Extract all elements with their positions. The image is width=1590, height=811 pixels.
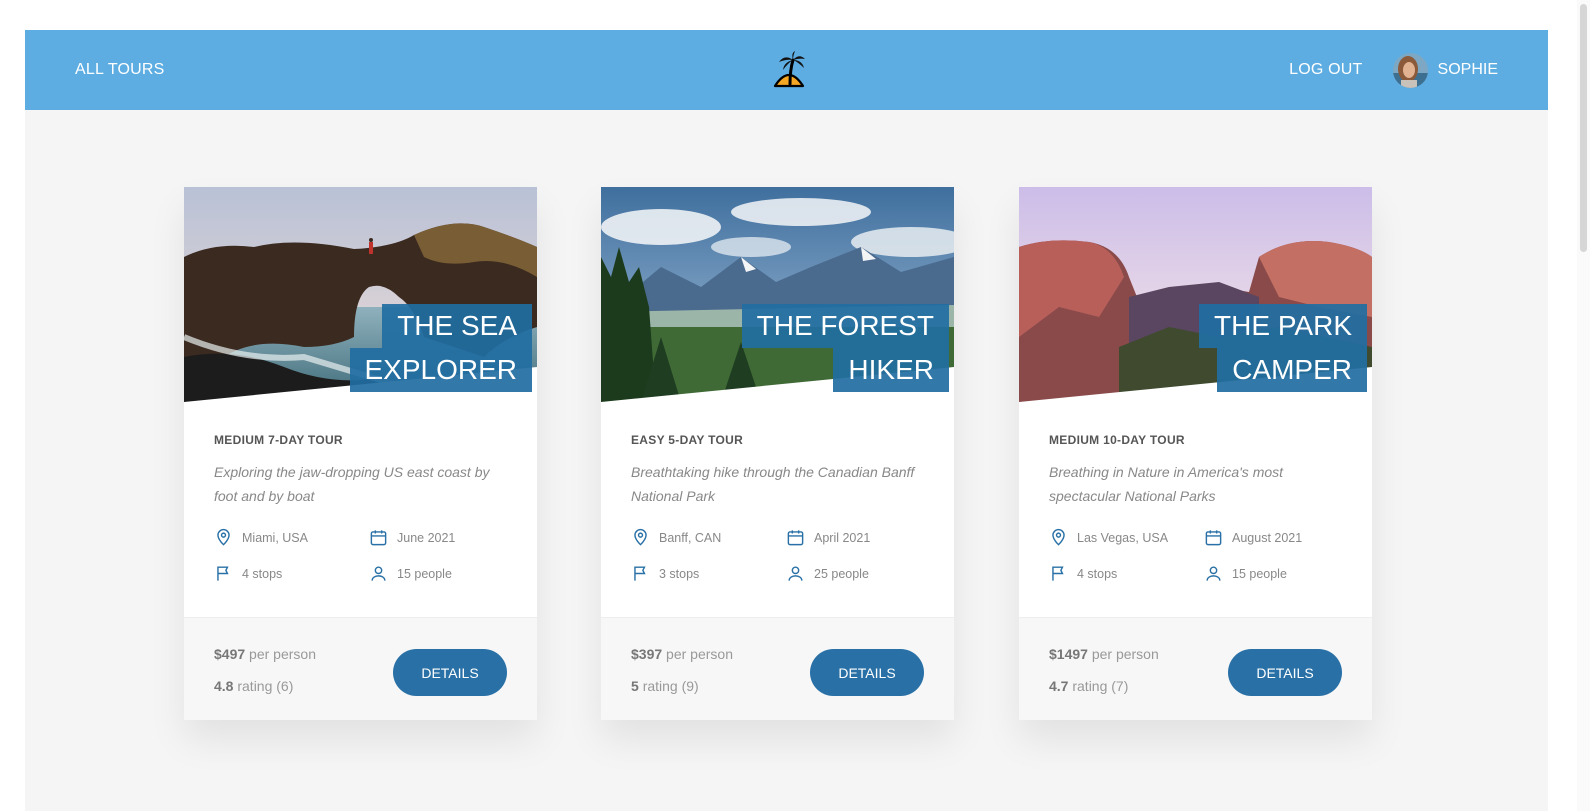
tour-location: Las Vegas, USA — [1049, 528, 1168, 547]
tour-image: THE PARK CAMPER — [1019, 187, 1372, 402]
tour-subtitle: MEDIUM 7-DAY TOUR — [214, 433, 343, 447]
tour-people: 15 people — [1204, 564, 1287, 583]
tour-price: $397 per person — [631, 646, 733, 662]
tour-image: THE SEA EXPLORER — [184, 187, 537, 402]
tour-subtitle: MEDIUM 10-DAY TOUR — [1049, 433, 1185, 447]
tour-location: Banff, CAN — [631, 528, 721, 547]
tour-summary: Exploring the jaw-dropping US east coast… — [214, 464, 490, 504]
tour-price: $497 per person — [214, 646, 316, 662]
tour-summary: Breathing in Nature in America's most sp… — [1049, 464, 1284, 504]
tour-date: August 2021 — [1204, 528, 1302, 547]
map-pin-icon — [1052, 528, 1065, 546]
details-button[interactable]: DETAILS — [1228, 649, 1342, 696]
tour-people: 25 people — [786, 564, 869, 583]
tour-price: $1497 per person — [1049, 646, 1159, 662]
calendar-icon — [370, 530, 387, 546]
tour-card: THE SEA EXPLORER MEDIUM 7-DAY TOUR Explo… — [184, 187, 537, 720]
tour-subtitle: EASY 5-DAY TOUR — [631, 433, 744, 447]
logout-link[interactable]: LOG OUT — [1289, 61, 1362, 79]
tour-rating: 4.8 rating (6) — [214, 678, 294, 694]
tour-image: THE FOREST HIKER — [601, 187, 954, 402]
page-frame: ALL TOURS LOG OUT SOPHIE THE SEA EXPLORE… — [25, 30, 1548, 811]
tour-name: THE PARK CAMPER — [1199, 304, 1367, 392]
calendar-icon — [787, 530, 804, 546]
tour-card: THE PARK CAMPER MEDIUM 10-DAY TOUR Breat… — [1019, 187, 1372, 720]
all-tours-link[interactable]: ALL TOURS — [75, 61, 165, 79]
user-name: SOPHIE — [1437, 61, 1498, 78]
card-footer: $1497 per person 4.7 rating (7) DETAILS — [1019, 617, 1372, 720]
tour-stops: 3 stops — [631, 564, 699, 583]
tour-stops: 4 stops — [214, 564, 282, 583]
tour-summary: Breathtaking hike through the Canadian B… — [631, 464, 915, 504]
tour-name: THE SEA EXPLORER — [349, 304, 532, 392]
card-footer: $397 per person 5 rating (9) DETAILS — [601, 617, 954, 720]
tour-rating: 4.7 rating (7) — [1049, 678, 1129, 694]
calendar-icon — [1205, 530, 1222, 546]
header: ALL TOURS LOG OUT SOPHIE — [25, 30, 1548, 110]
map-pin-icon — [217, 528, 230, 546]
tour-location: Miami, USA — [214, 528, 308, 547]
user-nav: LOG OUT SOPHIE — [1289, 52, 1498, 88]
user-icon — [1206, 566, 1221, 581]
palm-island-icon[interactable] — [769, 50, 809, 90]
user-icon — [371, 566, 386, 581]
tour-date: April 2021 — [786, 528, 870, 547]
user-icon — [788, 566, 803, 581]
flag-icon — [1052, 566, 1064, 581]
tour-rating: 5 rating (9) — [631, 678, 699, 694]
user-menu[interactable]: SOPHIE — [1392, 52, 1498, 88]
tour-stops: 4 stops — [1049, 564, 1117, 583]
avatar — [1392, 52, 1428, 88]
flag-icon — [634, 566, 646, 581]
card-footer: $497 per person 4.8 rating (6) DETAILS — [184, 617, 537, 720]
details-button[interactable]: DETAILS — [393, 649, 507, 696]
tour-people: 15 people — [369, 564, 452, 583]
tour-name: THE FOREST HIKER — [741, 304, 949, 392]
details-button[interactable]: DETAILS — [810, 649, 924, 696]
scrollbar[interactable] — [1577, 0, 1590, 811]
scrollbar-thumb[interactable] — [1580, 4, 1587, 252]
map-pin-icon — [634, 528, 647, 546]
tour-date: June 2021 — [369, 528, 455, 547]
flag-icon — [217, 566, 229, 581]
tour-card: THE FOREST HIKER EASY 5-DAY TOUR Breatht… — [601, 187, 954, 720]
